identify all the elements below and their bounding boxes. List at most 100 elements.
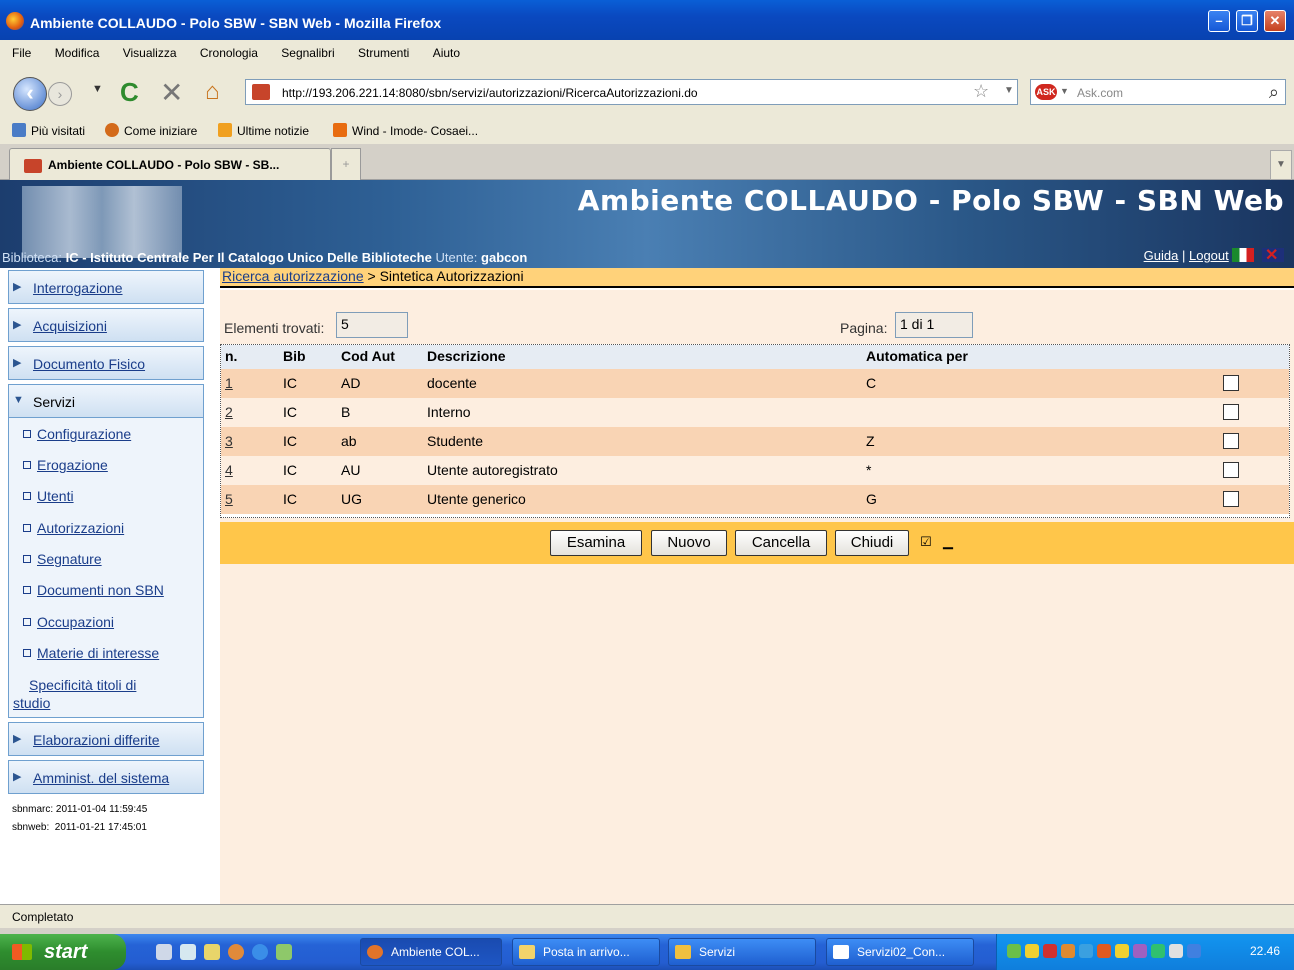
back-button[interactable]: ‹ (13, 77, 47, 111)
tray-icon[interactable] (1079, 944, 1093, 958)
row-number-link[interactable]: 2 (225, 404, 233, 420)
english-flag-icon[interactable] (1262, 245, 1284, 265)
menu-file[interactable]: File (12, 40, 31, 66)
sidebar-item-documento-fisico[interactable]: ▶ Documento Fisico (8, 346, 204, 380)
search-input[interactable]: Ask.com (1077, 86, 1123, 100)
menu-visualizza[interactable]: Visualizza (123, 40, 177, 66)
sidebar-item-servizi[interactable]: ▼ Servizi (8, 384, 204, 418)
menu-strumenti[interactable]: Strumenti (358, 40, 409, 66)
menu-modifica[interactable]: Modifica (55, 40, 100, 66)
guida-link[interactable]: Guida (1144, 248, 1179, 263)
sidebar-item-elaborazioni-differite[interactable]: ▶ Elaborazioni differite (8, 722, 204, 756)
bookmarks-toolbar: Più visitati Come iniziare Ultime notizi… (0, 116, 1294, 144)
sub-item-utenti[interactable]: Utenti (23, 488, 74, 504)
sub-item-configurazione[interactable]: Configurazione (23, 426, 131, 442)
firefox-icon (6, 12, 24, 30)
row-checkbox[interactable] (1223, 404, 1239, 420)
menu-aiuto[interactable]: Aiuto (433, 40, 460, 66)
bookmark-wind[interactable]: Wind - Imode- Cosaei... (333, 123, 478, 138)
tab-list-icon[interactable]: ▼ (1270, 150, 1292, 180)
history-dropdown-icon[interactable]: ▼ (92, 83, 103, 95)
row-checkbox[interactable] (1223, 375, 1239, 391)
row-checkbox[interactable] (1223, 462, 1239, 478)
italian-flag-icon[interactable] (1232, 248, 1255, 262)
nuovo-button[interactable]: Nuovo (651, 530, 727, 556)
start-button[interactable]: start (0, 934, 126, 970)
quicklaunch-icon[interactable] (180, 944, 196, 960)
maximize-button[interactable]: ❐ (1236, 10, 1258, 32)
tray-icon[interactable] (1187, 944, 1201, 958)
window-titlebar: Ambiente COLLAUDO - Polo SBW - SBN Web -… (0, 0, 1294, 40)
logout-link[interactable]: Logout (1189, 248, 1229, 263)
url-text[interactable]: http://193.206.221.14:8080/sbn/servizi/a… (282, 86, 698, 100)
menu-segnalibri[interactable]: Segnalibri (281, 40, 334, 66)
quicklaunch-icon[interactable] (228, 944, 244, 960)
task-posta[interactable]: Posta in arrivo... (512, 938, 660, 966)
taskbar: start Ambiente COL... Posta in arrivo...… (0, 934, 1294, 970)
tray-icon[interactable] (1061, 944, 1075, 958)
sub-item-documenti-non-sbn[interactable]: Documenti non SBN (23, 582, 164, 598)
tray-icon[interactable] (1025, 944, 1039, 958)
table-header: n. Bib Cod Aut Descrizione Automatica pe… (221, 345, 1289, 369)
row-number-link[interactable]: 1 (225, 375, 233, 391)
ie-icon[interactable] (252, 944, 268, 960)
tray-icon[interactable] (1007, 944, 1021, 958)
sidebar-item-amminist-sistema[interactable]: ▶ Amminist. del sistema (8, 760, 204, 794)
row-number-link[interactable]: 3 (225, 433, 233, 449)
sub-item-segnature[interactable]: Segnature (23, 551, 102, 567)
row-checkbox[interactable] (1223, 433, 1239, 449)
tray-icon[interactable] (1151, 944, 1165, 958)
task-servizi[interactable]: Servizi (668, 938, 816, 966)
task-firefox[interactable]: Ambiente COL... (360, 938, 502, 966)
bookmark-star-icon[interactable]: ☆ (973, 81, 989, 102)
search-bar[interactable]: ASK ▼ Ask.com ⌕ (1030, 79, 1286, 105)
sub-item-occupazioni[interactable]: Occupazioni (23, 614, 114, 630)
search-icon[interactable]: ⌕ (1269, 82, 1279, 103)
sub-item-specificita-titoli[interactable]: Specificità titoli di studio (13, 676, 136, 712)
row-number-link[interactable]: 4 (225, 462, 233, 478)
quicklaunch-icon[interactable] (156, 944, 172, 960)
tray-icon[interactable] (1169, 944, 1183, 958)
firefox-icon (367, 945, 383, 959)
col-descrizione: Descrizione (427, 348, 506, 364)
menu-bar: File Modifica Visualizza Cronologia Segn… (0, 40, 1294, 66)
deselect-all-icon[interactable]: ▁ (938, 534, 958, 550)
select-all-icon[interactable]: ☑ (916, 534, 936, 550)
sub-item-autorizzazioni[interactable]: Autorizzazioni (23, 520, 124, 536)
firefox-icon (105, 123, 119, 137)
sidebar-item-acquisizioni[interactable]: ▶ Acquisizioni (8, 308, 204, 342)
menu-cronologia[interactable]: Cronologia (200, 40, 258, 66)
sidebar-item-interrogazione[interactable]: ▶ Interrogazione (8, 270, 204, 304)
quicklaunch-icon[interactable] (276, 944, 292, 960)
quicklaunch-icon[interactable] (204, 944, 220, 960)
minimize-button[interactable]: – (1208, 10, 1230, 32)
new-tab-button[interactable]: + (331, 148, 361, 180)
url-bar[interactable]: http://193.206.221.14:8080/sbn/servizi/a… (245, 79, 1018, 105)
collapse-arrow-icon: ▼ (13, 394, 24, 406)
row-number-link[interactable]: 5 (225, 491, 233, 507)
bookmark-come-iniziare[interactable]: Come iniziare (105, 123, 197, 138)
chiudi-button[interactable]: Chiudi (835, 530, 909, 556)
tray-icon[interactable] (1043, 944, 1057, 958)
close-button[interactable]: ✕ (1264, 10, 1286, 32)
expand-arrow-icon: ▶ (13, 771, 22, 783)
bookmark-piu-visitati[interactable]: Più visitati (12, 123, 85, 138)
sub-item-erogazione[interactable]: Erogazione (23, 457, 108, 473)
tab-ambiente-collaudo[interactable]: Ambiente COLLAUDO - Polo SBW - SB... (9, 148, 331, 180)
esamina-button[interactable]: Esamina (550, 530, 642, 556)
task-word[interactable]: Servizi02_Con... (826, 938, 974, 966)
tray-icon[interactable] (1133, 944, 1147, 958)
home-icon[interactable]: ⌂ (205, 78, 220, 106)
reload-icon[interactable]: C (120, 77, 139, 108)
bookmark-ultime-notizie[interactable]: Ultime notizie (218, 123, 309, 138)
breadcrumb-link-ricerca[interactable]: Ricerca autorizzazione (222, 268, 364, 284)
tray-icon[interactable] (1115, 944, 1129, 958)
sub-item-materie-di-interesse[interactable]: Materie di interesse (23, 645, 159, 661)
search-engine-dropdown-icon[interactable]: ▼ (1060, 86, 1069, 96)
cancella-button[interactable]: Cancella (735, 530, 827, 556)
forward-button[interactable]: › (48, 82, 72, 106)
tray-icon[interactable] (1097, 944, 1111, 958)
stop-icon[interactable]: ✕ (160, 76, 183, 109)
row-checkbox[interactable] (1223, 491, 1239, 507)
url-dropdown-icon[interactable]: ▼ (1004, 85, 1014, 96)
